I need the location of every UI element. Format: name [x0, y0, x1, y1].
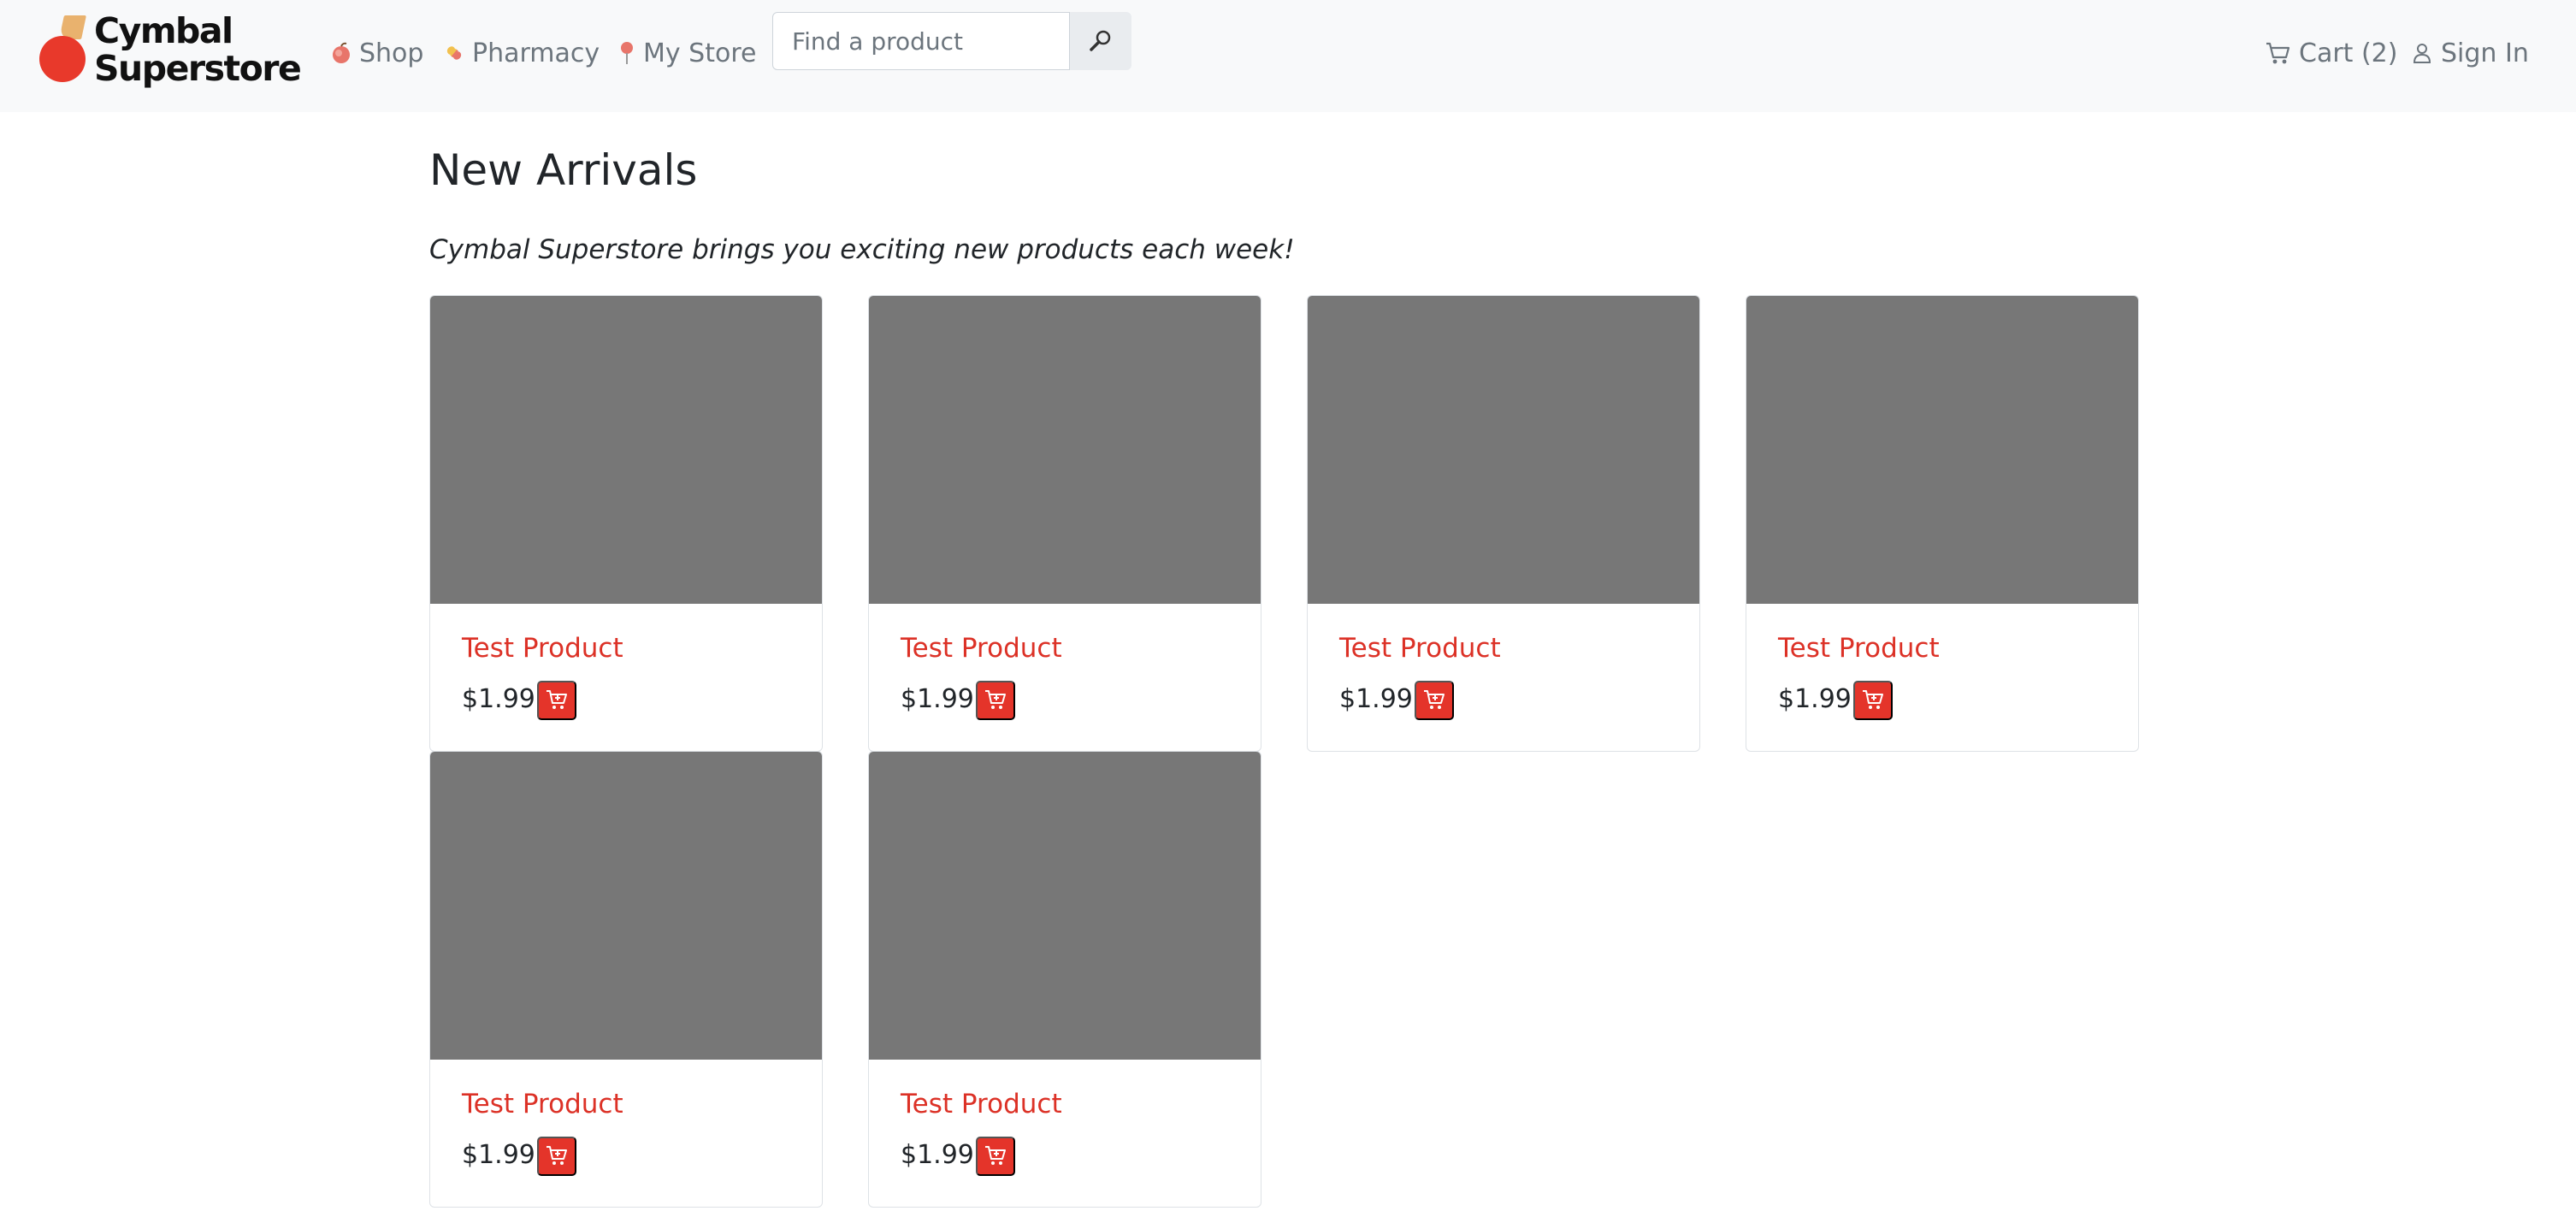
product-card: Test Product $1.99: [868, 295, 1261, 752]
brand-wordmark: Cymbal Superstore: [94, 10, 302, 89]
product-image[interactable]: [1746, 296, 2138, 604]
nav-link-pharmacy-label: Pharmacy: [472, 38, 600, 68]
product-card: Test Product $1.99: [429, 751, 823, 1208]
search-button[interactable]: [1070, 12, 1131, 70]
add-to-cart-button[interactable]: [537, 1137, 576, 1176]
cart-icon: [2265, 41, 2290, 65]
product-image[interactable]: [430, 752, 822, 1060]
page-subtitle: Cymbal Superstore brings you exciting ne…: [429, 234, 1295, 265]
nav-link-pharmacy[interactable]: Pharmacy: [443, 34, 600, 72]
product-price: $1.99: [901, 1140, 974, 1170]
product-title-link[interactable]: Test Product: [462, 633, 623, 664]
product-card: Test Product $1.99: [868, 751, 1261, 1208]
nav-link-cart-label: Cart (2): [2299, 38, 2398, 68]
product-title-link[interactable]: Test Product: [1778, 633, 1940, 664]
add-to-cart-button[interactable]: [976, 681, 1015, 720]
product-image[interactable]: [430, 296, 822, 604]
product-image[interactable]: [869, 752, 1261, 1060]
page-title: New Arrivals: [429, 145, 698, 195]
logo-circle-icon: [39, 36, 86, 82]
product-price: $1.99: [901, 684, 974, 714]
apple-icon: [330, 42, 352, 64]
product-card: Test Product $1.99: [1746, 295, 2139, 752]
cart-plus-icon: [545, 688, 569, 713]
product-title-link[interactable]: Test Product: [901, 633, 1062, 664]
product-card: Test Product $1.99: [1307, 295, 1700, 752]
cart-plus-icon: [1422, 688, 1446, 713]
product-title-link[interactable]: Test Product: [462, 1089, 623, 1119]
add-to-cart-button[interactable]: [1853, 681, 1893, 720]
pin-icon: [617, 41, 636, 65]
search-input[interactable]: [772, 12, 1070, 70]
person-icon: [2412, 42, 2432, 64]
nav-link-shop-label: Shop: [359, 38, 424, 68]
add-to-cart-button[interactable]: [537, 681, 576, 720]
nav-link-my-store[interactable]: My Store: [617, 34, 756, 72]
brand-line-2: Superstore: [94, 48, 302, 89]
brand-line-1: Cymbal: [94, 10, 233, 51]
cart-plus-icon: [984, 1144, 1007, 1169]
magnifier-icon: [1088, 27, 1114, 56]
nav-link-cart[interactable]: Cart (2): [2265, 34, 2397, 72]
product-price: $1.99: [1339, 684, 1413, 714]
cart-plus-icon: [984, 688, 1007, 713]
product-card: Test Product $1.99: [429, 295, 823, 752]
add-to-cart-button[interactable]: [1415, 681, 1454, 720]
nav-link-my-store-label: My Store: [643, 38, 757, 68]
top-navbar: Cymbal Superstore Shop Pharmacy My Store…: [0, 0, 2576, 112]
nav-link-sign-in-label: Sign In: [2441, 38, 2529, 68]
cart-plus-icon: [1861, 688, 1885, 713]
nav-link-shop[interactable]: Shop: [330, 34, 423, 72]
nav-link-sign-in[interactable]: Sign In: [2412, 34, 2529, 72]
brand-logo[interactable]: Cymbal Superstore: [38, 12, 303, 94]
cart-plus-icon: [545, 1144, 569, 1169]
product-title-link[interactable]: Test Product: [1339, 633, 1501, 664]
product-image[interactable]: [1308, 296, 1699, 604]
product-price: $1.99: [462, 684, 535, 714]
product-image[interactable]: [869, 296, 1261, 604]
product-title-link[interactable]: Test Product: [901, 1089, 1062, 1119]
pill-icon: [443, 42, 465, 64]
add-to-cart-button[interactable]: [976, 1137, 1015, 1176]
product-price: $1.99: [462, 1140, 535, 1170]
product-price: $1.99: [1778, 684, 1852, 714]
